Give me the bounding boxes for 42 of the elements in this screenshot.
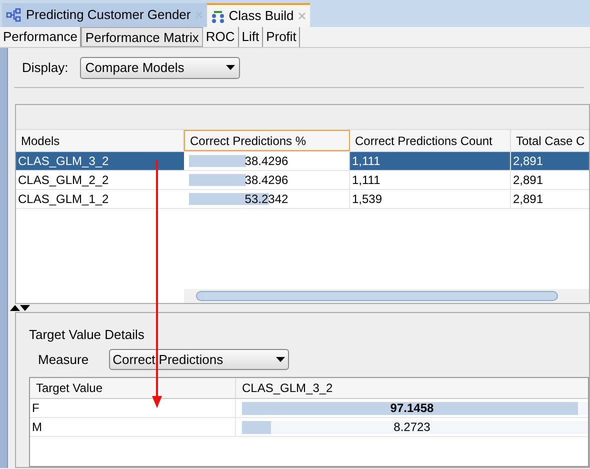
caret-icon — [276, 357, 285, 362]
editor-tab[interactable]: Predicting Customer Gender — [2, 3, 207, 27]
table-cell-text: CLAS_GLM_1_2 — [17, 191, 110, 208]
table-cell: 1,539 — [350, 190, 511, 208]
table-cell: 1,111 — [350, 152, 511, 170]
caret-icon — [226, 65, 236, 70]
column-header[interactable]: Models — [16, 130, 184, 151]
display-dropdown[interactable]: Compare Models — [80, 56, 240, 78]
measure-label: Measure — [38, 350, 89, 369]
table-row[interactable]: CLAS_GLM_2_2 38.4296 1,111 2,891 — [16, 171, 589, 190]
flow-icon — [6, 8, 22, 22]
table-cell: 1,111 — [350, 171, 511, 189]
table-cell-text: CLAS_GLM_3_2 — [17, 153, 110, 170]
column-header[interactable]: Correct Predictions Count — [350, 130, 511, 151]
sub-tab[interactable]: ROC — [202, 27, 239, 47]
table-cell-text: 38.4296 — [244, 172, 288, 189]
table-cell-text: 97.1458 — [390, 400, 434, 417]
close-icon[interactable] — [298, 12, 306, 20]
column-header[interactable]: Correct Predictions % — [184, 130, 350, 151]
sub-tab[interactable]: Profit — [263, 27, 300, 47]
table-cell: M — [30, 418, 236, 436]
measure-dropdown[interactable]: Correct Predictions — [108, 349, 289, 370]
table-cell-text: 2,891 — [512, 172, 544, 189]
column-header[interactable]: CLAS_GLM_3_2 — [236, 378, 590, 398]
tree-icon — [210, 8, 225, 24]
scrollbar[interactable] — [184, 289, 589, 303]
table-row[interactable]: CLAS_GLM_3_2 38.4296 1,111 2,891 — [16, 152, 589, 171]
column-header[interactable]: Total Case C — [511, 130, 589, 151]
editor-tab[interactable]: Class Build — [206, 3, 310, 27]
table-cell-text: 8.2723 — [394, 419, 430, 436]
section-title: Target Value Details — [29, 326, 146, 343]
scrollbar-thumb[interactable] — [196, 291, 558, 301]
display-label: Display: — [22, 58, 68, 77]
table-cell-text: 2,891 — [512, 191, 544, 208]
sub-tab[interactable]: Performance Matrix — [81, 27, 203, 47]
table-cell-text: CLAS_GLM_2_2 — [17, 172, 110, 189]
table-cell-text: 2,891 — [512, 153, 544, 170]
splitter-arrows-icon[interactable] — [10, 305, 30, 311]
table-cell-text: 38.4296 — [244, 153, 288, 170]
sub-tab[interactable]: Lift — [238, 27, 264, 47]
table-row[interactable]: CLAS_GLM_1_2 53.2342 1,539 2,891 — [16, 190, 589, 209]
table-cell-text: 53.2342 — [244, 191, 288, 208]
